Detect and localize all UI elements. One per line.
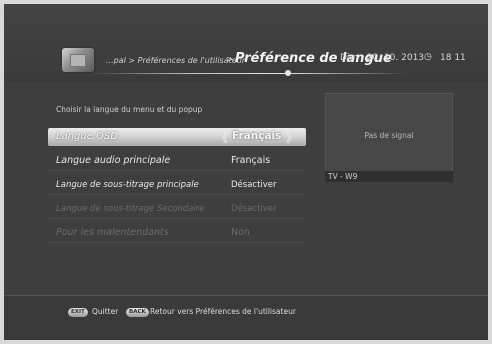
breadcrumb: ...pal > Préférences de l'utilisateur	[106, 56, 246, 65]
menu-row-audio-language[interactable]: Langue audio principale Français	[48, 152, 306, 171]
menu-row-label: Langue de sous-titrage Secondaire	[56, 204, 205, 214]
menu-row-value: Désactiver	[231, 204, 277, 214]
channel-name: TV - W9	[328, 172, 358, 181]
menu-row-label: Langue OSD	[56, 131, 118, 142]
channel-bar: TV - W9	[325, 171, 453, 182]
menu-row-value: Désactiver	[231, 180, 277, 190]
header-divider-knob	[285, 70, 291, 76]
date-display: Dim , 20. 10. 2013	[340, 53, 425, 63]
menu-row-osd-language[interactable]: Langue OSD 《 Français 》	[48, 128, 306, 146]
menu-row-label: Langue de sous-titrage principale	[56, 180, 199, 190]
back-hint-label: Retour vers Préférences de l'utilisateur	[150, 307, 296, 316]
settings-app-icon	[62, 48, 94, 72]
menu-row-value: Français	[231, 155, 271, 166]
menu-row-label: Langue audio principale	[56, 155, 171, 166]
menu-row-value: Non	[231, 227, 250, 238]
exit-key-icon[interactable]: EXIT	[68, 308, 88, 317]
back-key-icon[interactable]: BACK	[126, 308, 149, 317]
exit-hint-label: Quitter	[92, 307, 119, 316]
menu-row-hearing-impaired: Pour les malentendants Non	[48, 224, 306, 243]
menu-row-value: Français	[232, 130, 282, 142]
no-signal-text: Pas de signal	[364, 131, 414, 140]
header: ...pal > Préférences de l'utilisateur > …	[4, 4, 488, 82]
breadcrumb-separator: >	[226, 55, 234, 65]
menu-row-subtitle-secondary: Langue de sous-titrage Secondaire Désact…	[48, 200, 306, 219]
menu-row-subtitle-primary[interactable]: Langue de sous-titrage principale Désact…	[48, 176, 306, 195]
tv-screen: ...pal > Préférences de l'utilisateur > …	[4, 4, 488, 340]
time-display: 18 11	[440, 53, 466, 63]
header-divider	[90, 73, 410, 74]
arrow-left-icon[interactable]: 《	[216, 129, 228, 146]
menu-row-label: Pour les malentendants	[56, 227, 169, 238]
video-preview: Pas de signal	[325, 93, 453, 173]
clock-icon: ◷	[424, 52, 432, 62]
footer	[4, 296, 488, 340]
arrow-right-icon[interactable]: 》	[286, 129, 298, 146]
instruction-text: Choisir la langue du menu et du popup	[56, 105, 203, 114]
